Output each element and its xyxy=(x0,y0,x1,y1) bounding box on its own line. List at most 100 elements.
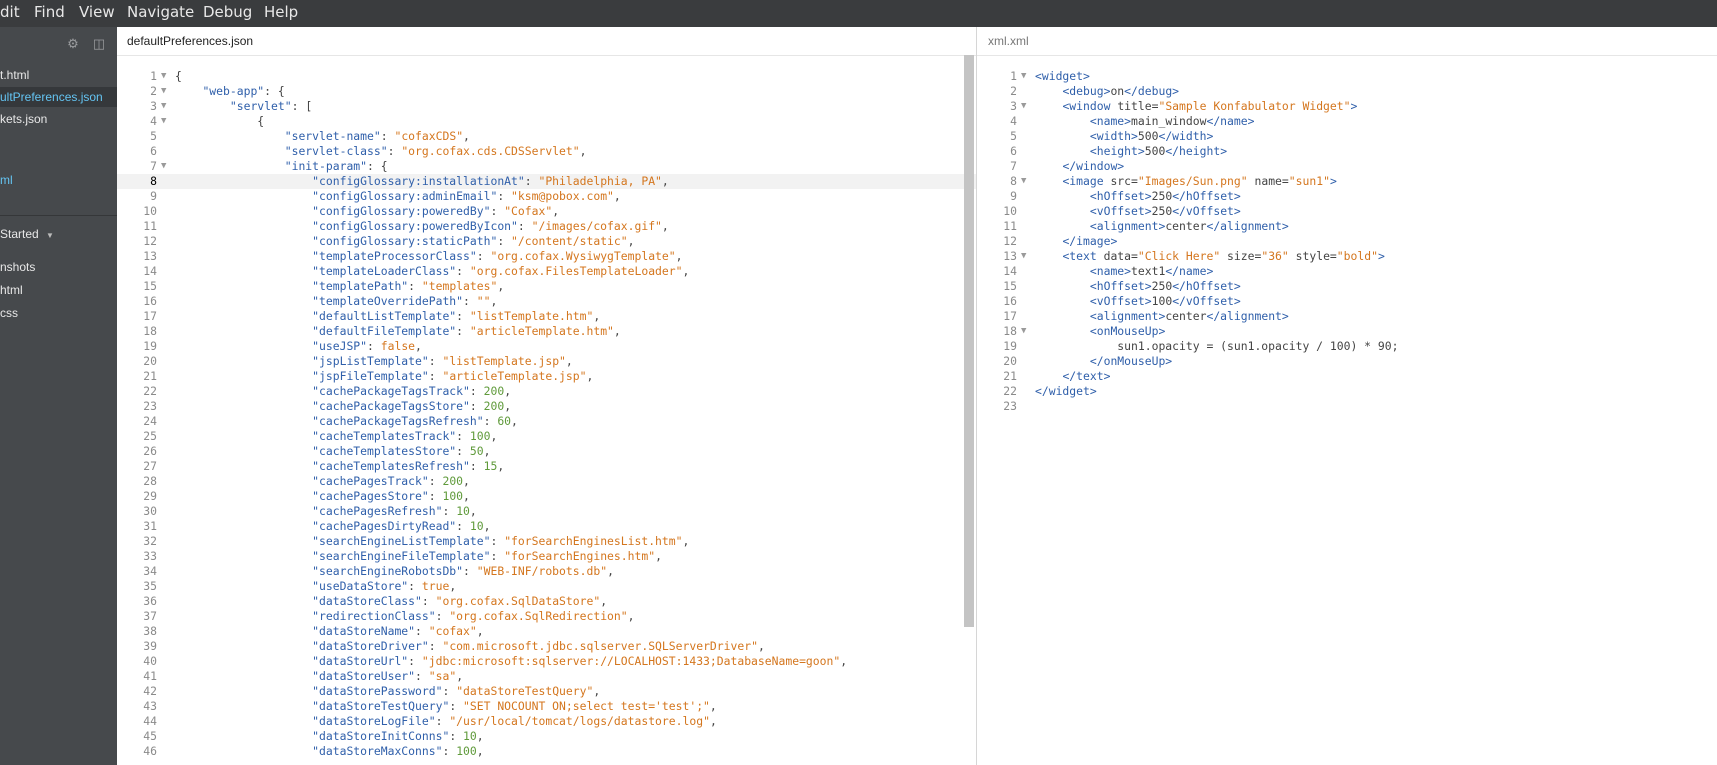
code-line[interactable]: 12 "configGlossary:staticPath": "/conten… xyxy=(117,234,976,249)
code-line[interactable]: 42 "dataStorePassword": "dataStoreTestQu… xyxy=(117,684,976,699)
code-line[interactable]: 4 <name>main_window</name> xyxy=(977,114,1717,129)
code-line[interactable]: 30 "cachePagesRefresh": 10, xyxy=(117,504,976,519)
code-line[interactable]: 31 "cachePagesDirtyRead": 10, xyxy=(117,519,976,534)
code-line[interactable]: 23 "cachePackageTagsStore": 200, xyxy=(117,399,976,414)
code-line[interactable]: 18 "defaultFileTemplate": "articleTempla… xyxy=(117,324,976,339)
code-line[interactable]: 17 <alignment>center</alignment> xyxy=(977,309,1717,324)
fold-arrow-icon[interactable]: ▼ xyxy=(1021,324,1026,339)
code-line[interactable]: 28 "cachePagesTrack": 200, xyxy=(117,474,976,489)
menu-find[interactable]: Find xyxy=(34,3,65,21)
code-line[interactable]: 19 "useJSP": false, xyxy=(117,339,976,354)
sidebar-section-header[interactable]: Started ▼ xyxy=(0,224,54,244)
code-line[interactable]: 1 ▼ { xyxy=(117,69,976,84)
code-line[interactable]: 18 ▼ <onMouseUp> xyxy=(977,324,1717,339)
code-line[interactable]: 22 </widget> xyxy=(977,384,1717,399)
code-line[interactable]: 11 <alignment>center</alignment> xyxy=(977,219,1717,234)
right-code-editor[interactable]: 1 ▼ <widget> 2 <debug>on</debug> 3 ▼ <window … xyxy=(977,69,1717,414)
code-line[interactable]: 8 ▼ <image src="Images/Sun.png" name="sun… xyxy=(977,174,1717,189)
tab-defaultpreferences-json[interactable]: defaultPreferences.json xyxy=(127,27,253,55)
fold-arrow-icon[interactable]: ▼ xyxy=(161,69,166,84)
code-line[interactable]: 14 <name>text1</name> xyxy=(977,264,1717,279)
sidebar-file-xml[interactable]: ml xyxy=(0,170,13,190)
code-line[interactable]: 21 "jspFileTemplate": "articleTemplate.j… xyxy=(117,369,976,384)
code-line[interactable]: 10 <vOffset>250</vOffset> xyxy=(977,204,1717,219)
sidebar-item-css[interactable]: css xyxy=(0,303,18,323)
code-line[interactable]: 29 "cachePagesStore": 100, xyxy=(117,489,976,504)
code-line[interactable]: 34 "searchEngineRobotsDb": "WEB-INF/robo… xyxy=(117,564,976,579)
menu-debug[interactable]: Debug xyxy=(203,3,252,21)
code-line[interactable]: 32 "searchEngineListTemplate": "forSearc… xyxy=(117,534,976,549)
code-line[interactable]: 2 ▼ "web-app": { xyxy=(117,84,976,99)
fold-arrow-icon[interactable]: ▼ xyxy=(1021,69,1026,84)
code-line[interactable]: 46 "dataStoreMaxConns": 100, xyxy=(117,744,976,759)
code-line[interactable]: 15 <hOffset>250</hOffset> xyxy=(977,279,1717,294)
menu-edit[interactable]: dit xyxy=(0,3,20,21)
code-line[interactable]: 21 </text> xyxy=(977,369,1717,384)
code-line[interactable]: 20 </onMouseUp> xyxy=(977,354,1717,369)
code-line[interactable]: 39 "dataStoreDriver": "com.microsoft.jdb… xyxy=(117,639,976,654)
code-line[interactable]: 25 "cacheTemplatesTrack": 100, xyxy=(117,429,976,444)
sidebar-item-html[interactable]: html xyxy=(0,280,23,300)
sidebar-file-json[interactable]: kets.json xyxy=(0,109,47,129)
code-line[interactable]: 10 "configGlossary:poweredBy": "Cofax", xyxy=(117,204,976,219)
code-line[interactable]: 1 ▼ <widget> xyxy=(977,69,1717,84)
code-line[interactable]: 35 "useDataStore": true, xyxy=(117,579,976,594)
code-line[interactable]: 6 <height>500</height> xyxy=(977,144,1717,159)
fold-arrow-icon[interactable]: ▼ xyxy=(1021,174,1026,189)
fold-arrow-icon[interactable]: ▼ xyxy=(161,99,166,114)
sidebar-item-screenshots[interactable]: nshots xyxy=(0,257,35,277)
code-line[interactable]: 7 </window> xyxy=(977,159,1717,174)
menu-help[interactable]: Help xyxy=(264,3,298,21)
code-line[interactable]: 16 "templateOverridePath": "", xyxy=(117,294,976,309)
code-line[interactable]: 17 "defaultListTemplate": "listTemplate.… xyxy=(117,309,976,324)
code-line[interactable]: 4 ▼ { xyxy=(117,114,976,129)
code-line[interactable]: 13 ▼ <text data="Click Here" size="36" st… xyxy=(977,249,1717,264)
code-line[interactable]: 6 "servlet-class": "org.cofax.cds.CDSSer… xyxy=(117,144,976,159)
code-line[interactable]: 15 "templatePath": "templates", xyxy=(117,279,976,294)
code-line[interactable]: 36 "dataStoreClass": "org.cofax.SqlDataS… xyxy=(117,594,976,609)
left-code-editor[interactable]: 1 ▼{2 ▼ "web-app": {3 ▼ "servlet": [4 ▼ {5 "… xyxy=(117,69,976,759)
code-line[interactable]: 12 </image> xyxy=(977,234,1717,249)
code-line[interactable]: 26 "cacheTemplatesStore": 50, xyxy=(117,444,976,459)
fold-arrow-icon[interactable]: ▼ xyxy=(1021,99,1026,114)
left-scrollbar[interactable] xyxy=(964,55,974,627)
code-line[interactable]: 33 "searchEngineFileTemplate": "forSearc… xyxy=(117,549,976,564)
code-line[interactable]: 19 sun1.opacity = (sun1.opacity / 100) *… xyxy=(977,339,1717,354)
fold-arrow-icon[interactable]: ▼ xyxy=(161,84,166,99)
code-line[interactable]: 2 <debug>on</debug> xyxy=(977,84,1717,99)
code-line[interactable]: 3 ▼ "servlet": [ xyxy=(117,99,976,114)
code-line[interactable]: 5 <width>500</width> xyxy=(977,129,1717,144)
tab-xml-xml[interactable]: xml.xml xyxy=(988,27,1029,55)
code-line[interactable]: 44 "dataStoreLogFile": "/usr/local/tomca… xyxy=(117,714,976,729)
fold-arrow-icon[interactable]: ▼ xyxy=(161,159,166,174)
fold-arrow-icon[interactable]: ▼ xyxy=(161,114,166,129)
code-line[interactable]: 9 "configGlossary:adminEmail": "ksm@pobo… xyxy=(117,189,976,204)
code-line[interactable]: 24 "cachePackageTagsRefresh": 60, xyxy=(117,414,976,429)
gear-icon[interactable]: ⚙ xyxy=(66,37,80,51)
code-line[interactable]: 22 "cachePackageTagsTrack": 200, xyxy=(117,384,976,399)
code-line[interactable]: 41 "dataStoreUser": "sa", xyxy=(117,669,976,684)
split-view-icon[interactable]: ◫ xyxy=(92,37,106,51)
sidebar-file-html[interactable]: t.html xyxy=(0,65,29,85)
code-line[interactable]: 38 "dataStoreName": "cofax", xyxy=(117,624,976,639)
menu-navigate[interactable]: Navigate xyxy=(127,3,194,21)
menu-view[interactable]: View xyxy=(79,3,115,21)
code-line[interactable]: 8 "configGlossary:installationAt": "Phil… xyxy=(117,174,976,189)
code-line[interactable]: 27 "cacheTemplatesRefresh": 15, xyxy=(117,459,976,474)
sidebar-file-defaultpreferences[interactable]: ultPreferences.json xyxy=(0,87,117,107)
code-line[interactable]: 45 "dataStoreInitConns": 10, xyxy=(117,729,976,744)
code-line[interactable]: 3 ▼ <window title="Sample Konfabulator Wi… xyxy=(977,99,1717,114)
code-line[interactable]: 40 "dataStoreUrl": "jdbc:microsoft:sqlse… xyxy=(117,654,976,669)
code-line[interactable]: 14 "templateLoaderClass": "org.cofax.Fil… xyxy=(117,264,976,279)
code-line[interactable]: 9 <hOffset>250</hOffset> xyxy=(977,189,1717,204)
code-line[interactable]: 37 "redirectionClass": "org.cofax.SqlRed… xyxy=(117,609,976,624)
code-line[interactable]: 16 <vOffset>100</vOffset> xyxy=(977,294,1717,309)
code-line[interactable]: 23 xyxy=(977,399,1717,414)
code-line[interactable]: 43 "dataStoreTestQuery": "SET NOCOUNT ON… xyxy=(117,699,976,714)
code-line[interactable]: 5 "servlet-name": "cofaxCDS", xyxy=(117,129,976,144)
code-line[interactable]: 20 "jspListTemplate": "listTemplate.jsp"… xyxy=(117,354,976,369)
code-line[interactable]: 7 ▼ "init-param": { xyxy=(117,159,976,174)
fold-arrow-icon[interactable]: ▼ xyxy=(1021,249,1026,264)
code-line[interactable]: 13 "templateProcessorClass": "org.cofax.… xyxy=(117,249,976,264)
code-line[interactable]: 11 "configGlossary:poweredByIcon": "/ima… xyxy=(117,219,976,234)
